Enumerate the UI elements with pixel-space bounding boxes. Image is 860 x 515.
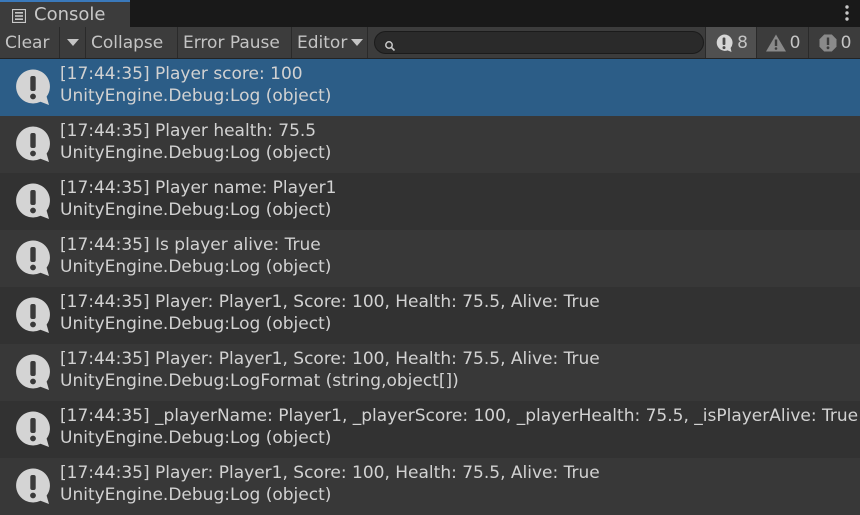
info-message-icon [13,409,53,449]
log-stacktrace: UnityEngine.Debug:Log (object) [60,485,332,505]
log-stacktrace: UnityEngine.Debug:Log (object) [60,257,332,277]
clear-options-dropdown[interactable] [60,27,86,58]
info-message-icon [716,33,733,52]
log-entry[interactable]: [17:44:35] Player score: 100 UnityEngine.… [0,59,860,116]
error-pause-toggle[interactable]: Error Pause [178,27,292,58]
info-message-icon [13,238,53,278]
tab-console[interactable]: Console [0,0,130,27]
clear-button[interactable]: Clear [0,27,60,58]
log-message: [17:44:35] Player health: 75.5 [60,121,317,141]
log-message: [17:44:35] Is player alive: True [60,235,321,255]
warning-icon [765,34,786,51]
log-entry[interactable]: [17:44:35] Player health: 75.5 UnityEngin… [0,116,860,173]
log-stacktrace: UnityEngine.Debug:Log (object) [60,143,332,163]
log-entry[interactable]: [17:44:35] Is player alive: True UnityEng… [0,230,860,287]
info-message-icon [13,295,53,335]
chevron-down-icon [351,39,364,46]
console-toolbar: Clear Collapse Error Pause Editor 8 0 0 [0,27,860,59]
log-stacktrace: UnityEngine.Debug:Log (object) [60,86,332,106]
log-message: [17:44:35] Player: Player1, Score: 100, … [60,463,600,483]
editor-dropdown[interactable]: Editor [292,27,368,58]
info-count: 8 [737,32,748,53]
info-message-icon [13,352,53,392]
more-options-icon[interactable] [844,3,850,23]
info-message-icon [13,181,53,221]
log-entry[interactable]: [17:44:35] Player name: Player1 UnityEngi… [0,173,860,230]
search-input[interactable] [400,33,694,52]
console-list-icon [11,8,27,23]
info-message-icon [13,466,53,506]
warning-count: 0 [789,32,801,53]
log-stacktrace: UnityEngine.Debug:Log (object) [60,200,332,220]
log-message: [17:44:35] Player name: Player1 [60,178,337,198]
log-entry[interactable]: [17:44:35] Player: Player1, Score: 100, … [0,287,860,344]
log-entry[interactable]: [17:44:35] _playerName: Player1, _player… [0,401,860,458]
log-counters: 8 0 0 [705,27,860,58]
console-window: Console Clear Collapse Error Pause Edito… [0,0,860,515]
log-stacktrace: UnityEngine.Debug:Log (object) [60,314,332,334]
log-message: [17:44:35] Player: Player1, Score: 100, … [60,292,600,312]
collapse-toggle[interactable]: Collapse [86,27,178,58]
error-count-toggle[interactable]: 0 [808,27,860,58]
info-count-toggle[interactable]: 8 [705,27,756,58]
editor-dropdown-label: Editor [297,32,348,53]
info-message-icon [13,124,53,164]
warning-count-toggle[interactable]: 0 [756,27,808,58]
log-message: [17:44:35] _playerName: Player1, _player… [60,406,859,426]
search-icon [384,37,396,51]
log-message: [17:44:35] Player: Player1, Score: 100, … [60,349,600,369]
log-message: [17:44:35] Player score: 100 [60,64,303,84]
log-stacktrace: UnityEngine.Debug:LogFormat (string,obje… [60,371,459,391]
info-message-icon [13,67,53,107]
search-field[interactable] [374,31,704,54]
log-entry[interactable]: [17:44:35] Player: Player1, Score: 100, … [0,344,860,401]
tab-bar: Console [0,0,860,27]
chevron-down-icon [66,39,79,46]
log-entry[interactable]: [17:44:35] Player: Player1, Score: 100, … [0,458,860,515]
log-list: [17:44:35] Player score: 100 UnityEngine.… [0,59,860,515]
log-stacktrace: UnityEngine.Debug:Log (object) [60,428,332,448]
error-count: 0 [840,32,852,53]
tab-label: Console [34,4,106,25]
error-icon [819,34,837,51]
